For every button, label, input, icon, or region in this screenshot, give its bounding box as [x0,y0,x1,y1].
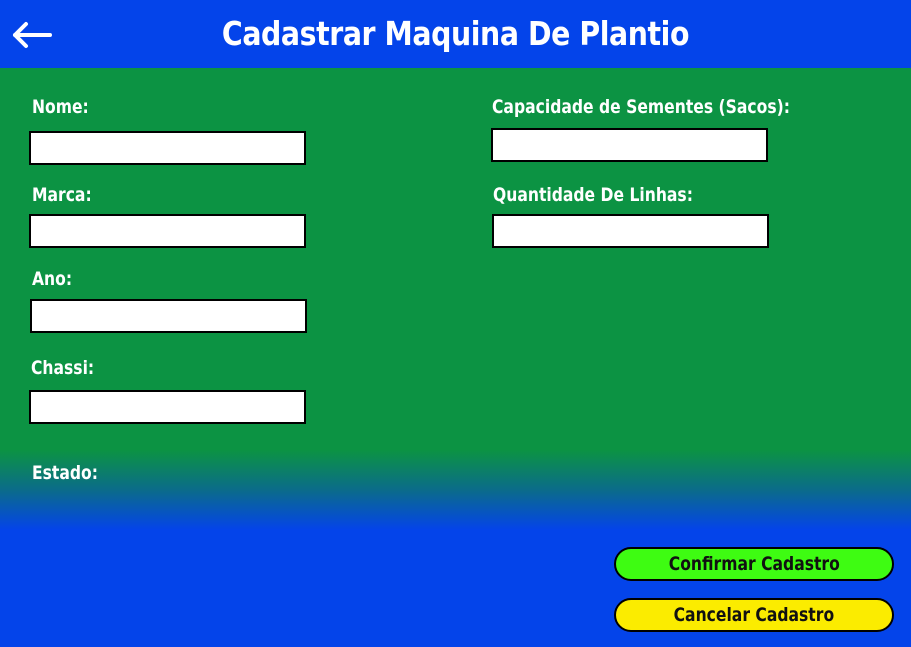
linhas-input[interactable] [492,214,769,248]
back-button[interactable] [10,18,54,52]
page-title: Cadastrar Maquina De Plantio [221,14,690,53]
nome-label: Nome: [32,96,89,118]
capacidade-input[interactable] [491,128,768,162]
ano-input[interactable] [30,299,307,333]
nome-input[interactable] [29,131,306,165]
ano-label: Ano: [32,268,73,290]
cancel-button[interactable]: Cancelar Cadastro [614,598,894,632]
confirm-button-label: Confirmar Cadastro [668,553,840,575]
cancel-button-label: Cancelar Cadastro [673,604,835,626]
header-bar: Cadastrar Maquina De Plantio [0,0,911,68]
capacidade-label: Capacidade de Sementes (Sacos): [492,96,790,118]
chassi-label: Chassi: [31,357,95,379]
chassi-input[interactable] [29,390,306,424]
marca-input[interactable] [29,214,306,248]
marca-label: Marca: [32,184,92,206]
estado-label: Estado: [32,462,98,484]
confirm-button[interactable]: Confirmar Cadastro [614,547,894,581]
linhas-label: Quantidade De Linhas: [493,184,693,206]
arrow-left-icon [13,22,52,48]
